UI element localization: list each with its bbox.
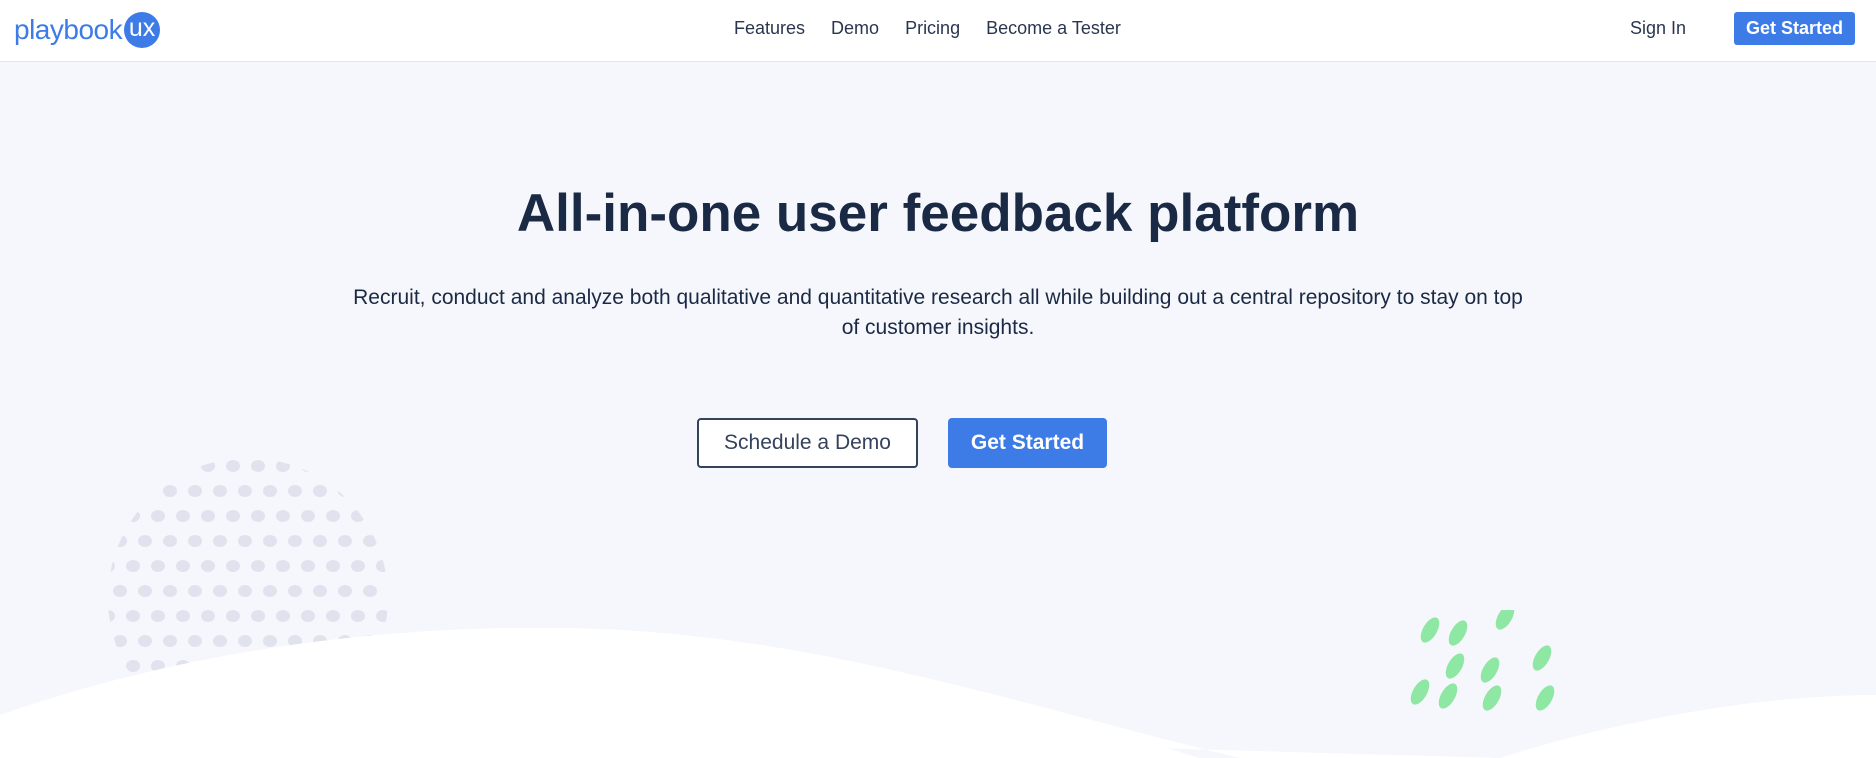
pattern-dot xyxy=(226,460,240,472)
schedule-demo-button[interactable]: Schedule a Demo xyxy=(697,418,918,468)
pattern-dot xyxy=(376,460,388,472)
pattern-dot xyxy=(213,535,227,547)
pattern-dot xyxy=(338,535,352,547)
main-nav: Features Demo Pricing Become a Tester xyxy=(734,17,1121,39)
pattern-dot xyxy=(301,560,315,572)
pattern-dot xyxy=(326,460,340,472)
nav-link-demo[interactable]: Demo xyxy=(831,17,879,39)
sign-in-link[interactable]: Sign In xyxy=(1630,17,1686,39)
pattern-dot xyxy=(238,535,252,547)
leaf-shape xyxy=(1438,683,1458,709)
pattern-dot xyxy=(351,560,365,572)
leaf-shape xyxy=(1448,620,1468,646)
leaf-shape xyxy=(1445,653,1465,679)
leaf-shape xyxy=(1495,610,1515,630)
pattern-dot xyxy=(176,510,190,522)
pattern-dot xyxy=(351,460,365,472)
pattern-dot xyxy=(108,460,115,472)
wave-decoration xyxy=(0,627,1876,758)
pattern-dot xyxy=(338,585,352,597)
pattern-dot xyxy=(276,460,290,472)
pattern-dot xyxy=(213,485,227,497)
pattern-dot xyxy=(251,510,265,522)
logo-wordmark: playbook xyxy=(14,14,123,45)
pattern-dot xyxy=(376,510,388,522)
pattern-dot xyxy=(338,485,352,497)
pattern-dot xyxy=(138,585,152,597)
nav-get-started-button[interactable]: Get Started xyxy=(1734,12,1855,45)
pattern-dot xyxy=(288,485,302,497)
pattern-dot xyxy=(188,535,202,547)
pattern-dot xyxy=(113,485,127,497)
nav-link-pricing[interactable]: Pricing xyxy=(905,17,960,39)
logo-badge: ux xyxy=(124,12,161,48)
pattern-dot xyxy=(151,560,165,572)
leaf-shape xyxy=(1410,679,1430,705)
pattern-dot xyxy=(263,585,277,597)
pattern-dot xyxy=(263,535,277,547)
pattern-dot xyxy=(263,485,277,497)
top-navbar: playbook ux Features Demo Pricing Become… xyxy=(0,0,1876,62)
leaf-shape xyxy=(1420,617,1440,643)
hero-get-started-button[interactable]: Get Started xyxy=(948,418,1107,468)
pattern-dot xyxy=(176,560,190,572)
pattern-dot xyxy=(326,560,340,572)
pattern-dot xyxy=(238,485,252,497)
pattern-dot xyxy=(201,560,215,572)
pattern-dot xyxy=(176,460,190,472)
pattern-dot xyxy=(201,510,215,522)
pattern-dot xyxy=(138,485,152,497)
hero-title: All-in-one user feedback platform xyxy=(516,184,1360,243)
pattern-dot xyxy=(363,535,377,547)
pattern-dot xyxy=(108,510,115,522)
pattern-dot xyxy=(238,585,252,597)
pattern-dot xyxy=(288,535,302,547)
pattern-dot xyxy=(151,510,165,522)
pattern-dot xyxy=(313,535,327,547)
pattern-dot xyxy=(163,535,177,547)
leaf-shape xyxy=(1532,645,1552,671)
pattern-dot xyxy=(108,560,115,572)
pattern-dot xyxy=(251,560,265,572)
pattern-dot xyxy=(326,510,340,522)
pattern-dot xyxy=(313,585,327,597)
pattern-dot xyxy=(363,485,377,497)
pattern-dot xyxy=(251,460,265,472)
pattern-dot xyxy=(113,585,127,597)
leaf-pattern-decoration xyxy=(1410,610,1555,711)
pattern-dot xyxy=(388,485,390,497)
pattern-dot xyxy=(226,560,240,572)
pattern-dot xyxy=(288,585,302,597)
pattern-dot xyxy=(301,510,315,522)
pattern-dot xyxy=(188,585,202,597)
pattern-dot xyxy=(113,535,127,547)
pattern-dot xyxy=(163,585,177,597)
pattern-dot xyxy=(313,485,327,497)
nav-link-become-a-tester[interactable]: Become a Tester xyxy=(986,17,1121,39)
pattern-dot xyxy=(388,535,390,547)
pattern-dot xyxy=(213,585,227,597)
pattern-dot xyxy=(301,460,315,472)
pattern-dot xyxy=(276,510,290,522)
pattern-dot xyxy=(376,560,388,572)
nav-link-features[interactable]: Features xyxy=(734,17,805,39)
pattern-dot xyxy=(363,585,377,597)
leaf-shape xyxy=(1535,685,1555,711)
hero-subtitle: Recruit, conduct and analyze both qualit… xyxy=(353,286,1523,339)
pattern-dot xyxy=(276,560,290,572)
pattern-dot xyxy=(126,560,140,572)
pattern-dot xyxy=(126,510,140,522)
pattern-dot xyxy=(163,485,177,497)
pattern-dot xyxy=(151,460,165,472)
pattern-dot xyxy=(226,510,240,522)
playbook-ux-logo[interactable]: playbook ux xyxy=(14,12,161,48)
pattern-dot xyxy=(351,510,365,522)
leaf-shape xyxy=(1480,657,1500,683)
pattern-dot xyxy=(138,535,152,547)
pattern-dot xyxy=(126,460,140,472)
pattern-dot xyxy=(201,460,215,472)
pattern-dot xyxy=(188,485,202,497)
pattern-dot xyxy=(388,585,390,597)
leaf-shape xyxy=(1482,685,1502,711)
